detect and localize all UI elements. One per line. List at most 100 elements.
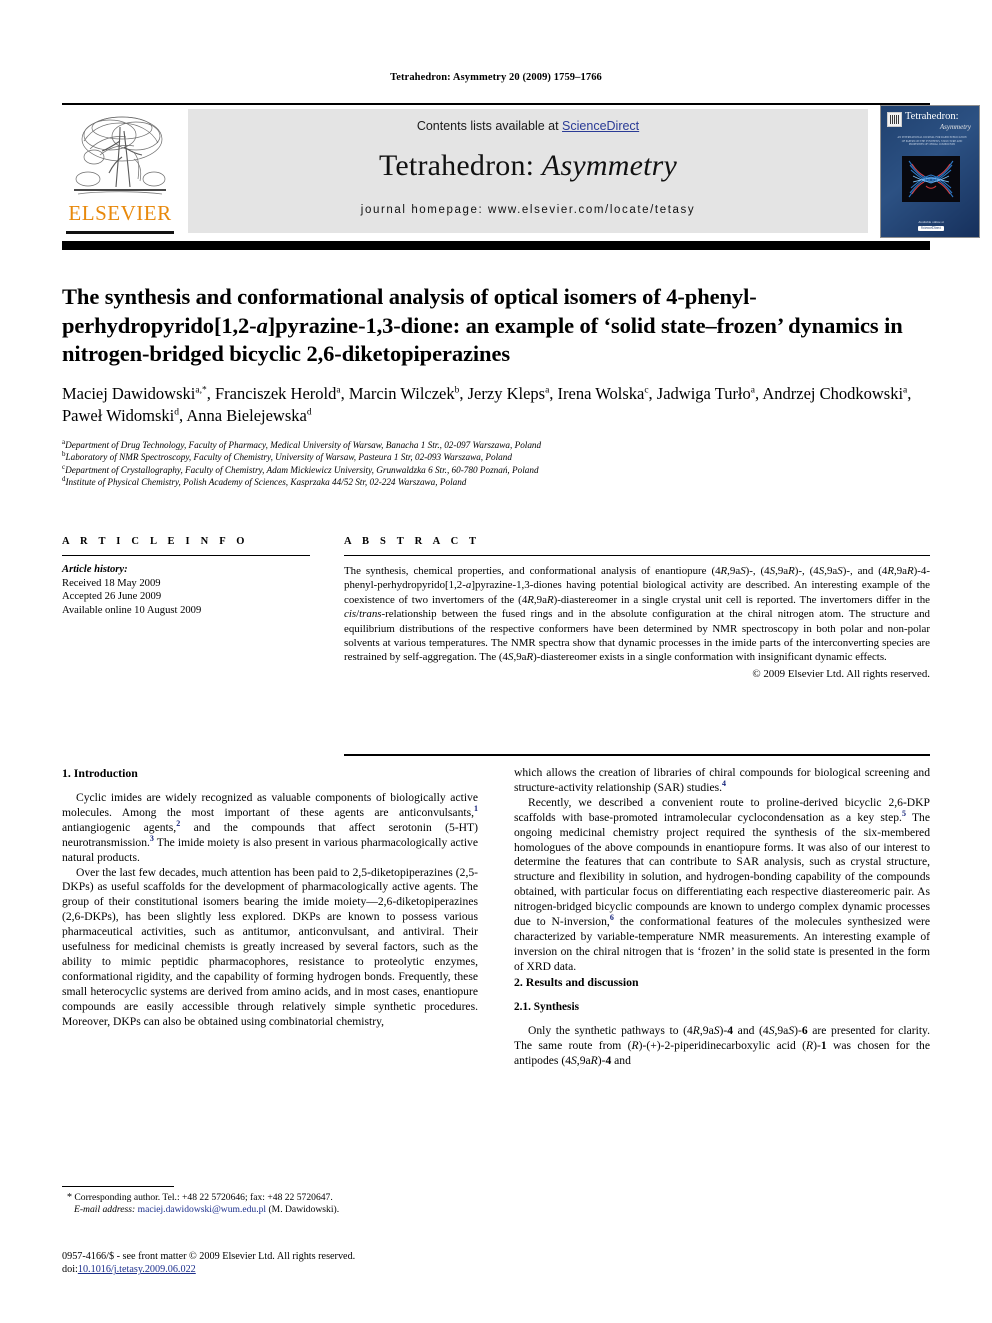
body-paragraph: Cyclic imides are widely recognized as v… xyxy=(62,791,478,864)
body-paragraph: Only the synthetic pathways to (4R,9aS)-… xyxy=(514,1023,930,1067)
body-paragraph: which allows the creation of libraries o… xyxy=(514,766,930,794)
article-info-heading: A R T I C L E I N F O xyxy=(62,536,249,547)
article-info-rule xyxy=(62,555,310,556)
author-marks: a,* xyxy=(195,385,207,395)
received-date: Received 18 May 2009 xyxy=(62,577,161,589)
email-link[interactable]: maciej.dawidowski@wum.edu.pl xyxy=(138,1204,266,1215)
affiliation-item: cDepartment of Crystallography, Faculty … xyxy=(62,463,930,477)
author-name: Maciej Dawidowski xyxy=(62,383,196,403)
contents-prefix: Contents lists available at xyxy=(416,119,563,133)
affiliation-item: bLaboratory of NMR Spectroscopy, Faculty… xyxy=(62,451,930,464)
author-item[interactable]: Maciej Dawidowskia,* xyxy=(62,384,207,403)
elsevier-logo: ELSEVIER xyxy=(64,109,176,234)
subsection-heading-synthesis: 2.1. Synthesis xyxy=(514,1000,579,1013)
corresponding-author-note: * Corresponding author. Tel.: +48 22 572… xyxy=(62,1192,478,1217)
accepted-date: Accepted 26 June 2009 xyxy=(62,591,162,603)
author-marks: a xyxy=(750,385,755,395)
cover-title: Tetrahedron: Asymmetry xyxy=(905,111,979,133)
author-item[interactable]: Jerzy Klepsa xyxy=(468,384,550,403)
abstract-copyright: © 2009 Elsevier Ltd. All rights reserved… xyxy=(752,667,930,680)
cover-title-main: Tetrahedron: xyxy=(905,111,959,122)
cover-title-sub: Asymmetry xyxy=(939,123,971,131)
affiliation-text: Department of Crystallography, Faculty o… xyxy=(65,464,539,475)
cover-sciencedirect-badge: ScienceDirect xyxy=(917,226,945,231)
journal-masthead: ELSEVIER Contents lists available at Sci… xyxy=(62,103,980,238)
cover-artwork xyxy=(902,156,960,202)
footnote-block: * Corresponding author. Tel.: +48 22 572… xyxy=(62,1186,478,1217)
cover-footer-line: Available online at xyxy=(918,220,944,224)
cover-publisher-mark-icon xyxy=(887,112,902,127)
article-history: Article history: Received 18 May 2009 Ac… xyxy=(62,563,310,617)
author-marks: c xyxy=(644,385,649,395)
journal-homepage: journal homepage: www.elsevier.com/locat… xyxy=(360,204,696,216)
body-column-right: which allows the creation of libraries o… xyxy=(514,766,930,1068)
author-item[interactable]: Franciszek Herolda xyxy=(215,384,341,403)
author-marks: d xyxy=(306,407,312,417)
title-block: The synthesis and conformational analysi… xyxy=(62,283,930,489)
imprint-block: 0957-4166/$ - see front matter © 2009 El… xyxy=(62,1250,502,1277)
author-item[interactable]: Jadwiga Turłoa xyxy=(657,384,755,403)
footnote-star: * xyxy=(67,1192,72,1203)
author-name: Franciszek Herold xyxy=(214,383,337,403)
author-item[interactable]: Anna Bielejewskad xyxy=(186,406,311,425)
author-item[interactable]: Andrzej Chodkowskia xyxy=(762,384,907,403)
body-paragraph: Recently, we described a convenient rout… xyxy=(514,795,930,973)
affiliation-text: Laboratory of NMR Spectroscopy, Faculty … xyxy=(65,452,512,463)
journal-title: Tetrahedron: Asymmetry xyxy=(188,149,868,183)
author-item[interactable]: Marcin Wilczekb xyxy=(349,384,460,403)
section-heading-results: 2. Results and discussion xyxy=(514,974,639,989)
affiliation-item: aDepartment of Drug Technology, Faculty … xyxy=(62,438,930,452)
cover-blurb: AN INTERNATIONAL JOURNAL FOR RAPID PUBLI… xyxy=(897,136,967,147)
elsevier-wordmark: ELSEVIER xyxy=(68,201,172,225)
author-name: Jerzy Kleps xyxy=(467,383,546,403)
email-label: E-mail address: xyxy=(74,1204,136,1216)
doi-label: doi: xyxy=(62,1264,78,1276)
abstract-heading: A B S T R A C T xyxy=(344,536,481,547)
body-column-left: 1. Introduction Cyclic imides are widely… xyxy=(62,766,478,1030)
affiliation-text: Department of Drug Technology, Faculty o… xyxy=(65,439,542,450)
article-info-column: A R T I C L E I N F O Article history: R… xyxy=(62,536,310,617)
sciencedirect-link[interactable]: ScienceDirect xyxy=(562,119,639,133)
author-name: Anna Bielejewska xyxy=(186,405,307,425)
affiliation-list: aDepartment of Drug Technology, Faculty … xyxy=(62,438,930,489)
author-name: Irena Wolska xyxy=(557,383,645,403)
corresponding-author-text: Corresponding author. Tel.: +48 22 57206… xyxy=(74,1192,333,1203)
doi-line: doi:10.1016/j.tetasy.2009.06.022 xyxy=(62,1263,502,1276)
article-title: The synthesis and conformational analysi… xyxy=(62,283,930,369)
author-marks: b xyxy=(454,385,460,395)
doi-link[interactable]: 10.1016/j.tetasy.2009.06.022 xyxy=(78,1264,196,1275)
author-marks: a xyxy=(545,385,550,395)
author-marks: d xyxy=(174,407,179,417)
email-owner: (M. Dawidowski). xyxy=(268,1204,340,1216)
abstract-text: The synthesis, chemical properties, and … xyxy=(344,565,930,664)
journal-cover-thumbnail: Tetrahedron: Asymmetry AN INTERNATIONAL … xyxy=(880,105,980,238)
article-history-label: Article history: xyxy=(62,564,128,575)
journal-title-italic: Asymmetry xyxy=(541,149,678,182)
abstract-column: A B S T R A C T The synthesis, chemical … xyxy=(344,536,930,680)
affiliation-item: dInstitute of Physical Chemistry, Polish… xyxy=(62,476,930,489)
abstract-bottom-rule xyxy=(344,754,930,756)
author-item[interactable]: Irena Wolskac xyxy=(558,384,649,403)
author-list: Maciej Dawidowskia,*, Franciszek Herolda… xyxy=(62,383,912,425)
author-marks: a xyxy=(903,385,908,395)
article-page: Tetrahedron: Asymmetry 20 (2009) 1759–17… xyxy=(0,0,992,1323)
issn-copyright-line: 0957-4166/$ - see front matter © 2009 El… xyxy=(62,1251,356,1262)
section-heading-introduction: 1. Introduction xyxy=(62,766,138,780)
author-item[interactable]: Paweł Widomskid xyxy=(62,406,179,425)
running-head: Tetrahedron: Asymmetry 20 (2009) 1759–17… xyxy=(390,72,602,83)
affiliation-text: Institute of Physical Chemistry, Polish … xyxy=(65,477,467,488)
journal-title-main: Tetrahedron: xyxy=(378,149,542,182)
footnote-rule xyxy=(62,1186,174,1187)
author-name: Paweł Widomski xyxy=(62,405,175,425)
masthead-top-rule xyxy=(62,103,930,105)
elsevier-tree-icon xyxy=(70,111,170,199)
author-name: Jadwiga Turło xyxy=(656,383,751,403)
author-name: Marcin Wilczek xyxy=(348,383,455,403)
abstract-rule xyxy=(344,555,930,556)
author-name: Andrzej Chodkowski xyxy=(762,383,904,403)
masthead-bottom-rule xyxy=(62,241,930,250)
contents-list-line: Contents lists available at ScienceDirec… xyxy=(188,119,868,133)
journal-band: Contents lists available at ScienceDirec… xyxy=(188,109,868,233)
elsevier-bottom-rule xyxy=(66,231,174,234)
available-online-date: Available online 10 August 2009 xyxy=(62,604,202,616)
